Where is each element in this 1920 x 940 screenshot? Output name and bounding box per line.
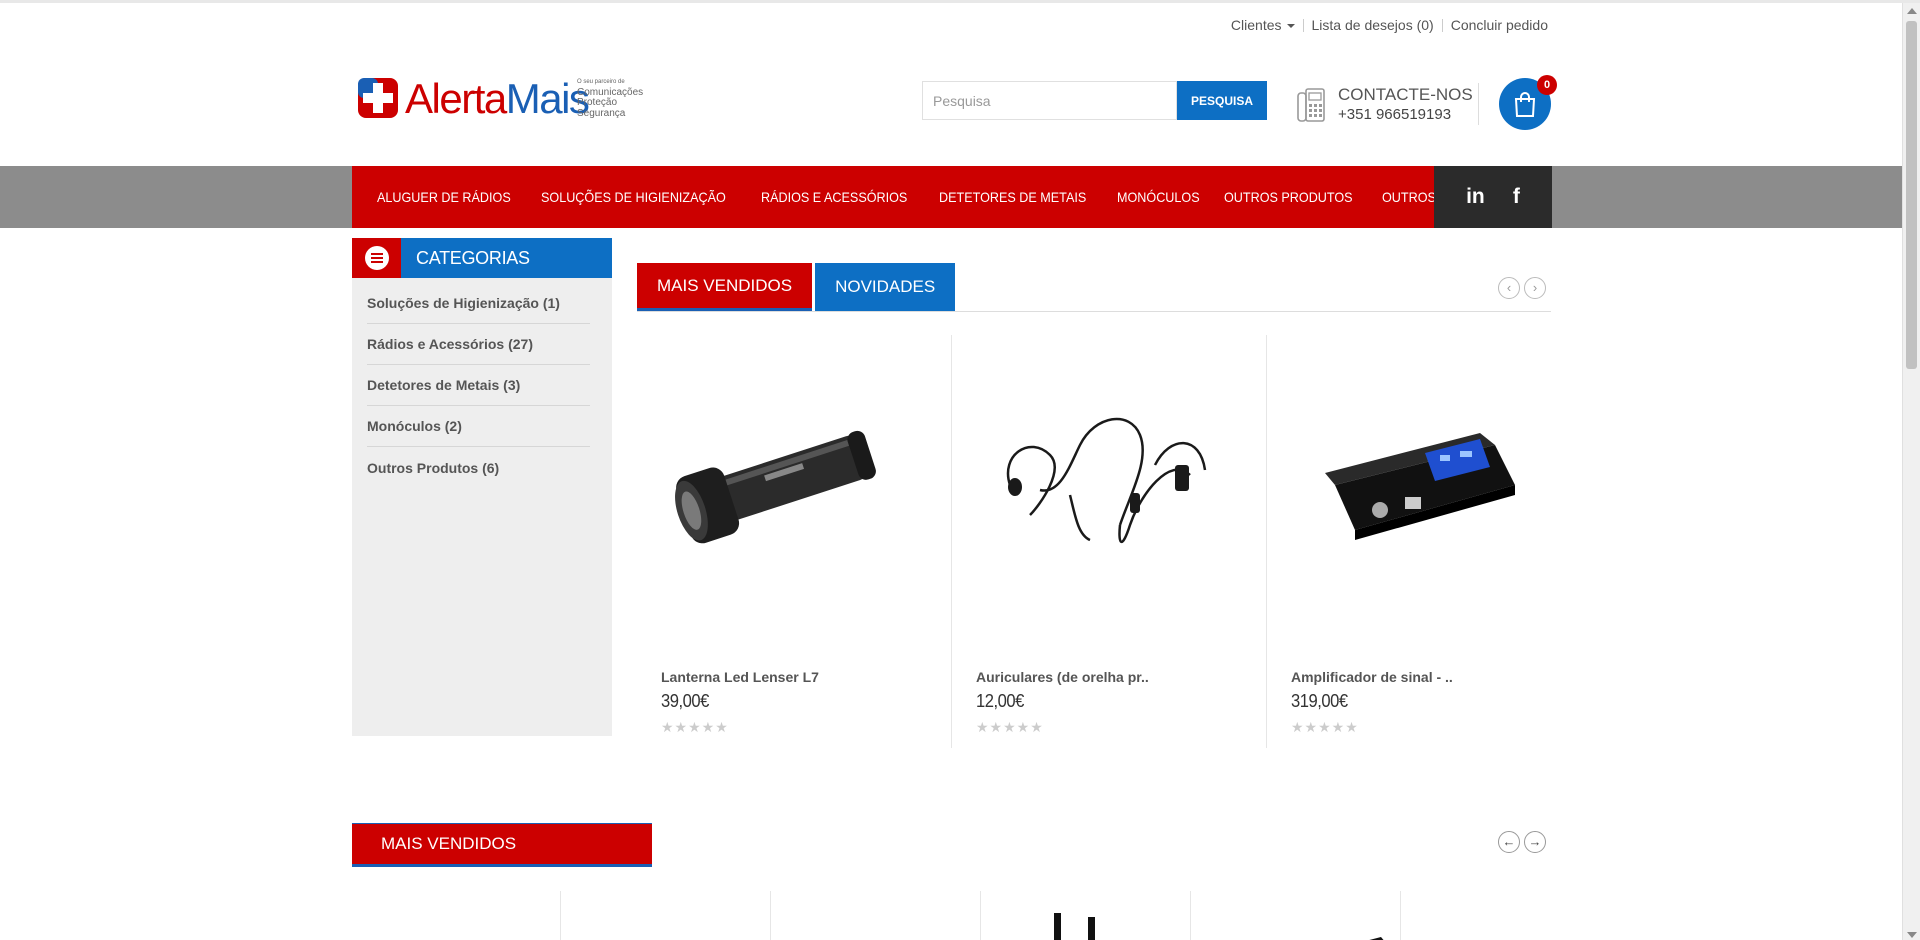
wishlist-link[interactable]: Lista de desejos (0) (1312, 17, 1434, 33)
nav-item-metal-detectors[interactable]: DETETORES DE METAIS (939, 189, 1086, 205)
chevron-left-icon[interactable]: ‹ (1498, 277, 1520, 299)
search-button[interactable]: PESQUISA (1177, 81, 1267, 120)
product-image (1054, 913, 1095, 940)
nav-item-radios-accessories[interactable]: RÁDIOS E ACESSÓRIOS (761, 189, 907, 205)
best-sellers-strip (560, 891, 1610, 940)
search-input[interactable] (922, 81, 1177, 120)
cart-button[interactable]: 0 (1499, 75, 1557, 130)
product-tabs: MAIS VENDIDOS NOVIDADES (637, 263, 1551, 312)
tagline-line: Proteção (577, 97, 618, 108)
cart-count-badge: 0 (1537, 75, 1557, 95)
divider (1478, 83, 1479, 125)
brand-name: AlertaMais (405, 75, 590, 122)
product-name[interactable]: Auriculares (de orelha pr.. (976, 669, 1149, 685)
top-links: Clientes Lista de desejos (0) Concluir p… (1231, 17, 1548, 33)
phone-icon (1297, 88, 1325, 122)
tagline-small: O seu parceiro de (577, 79, 625, 85)
brand-part2: Mais (505, 75, 590, 122)
divider (1441, 18, 1443, 32)
carousel-arrows: ‹ › (1498, 277, 1546, 299)
clients-label: Clientes (1230, 17, 1282, 33)
product-card[interactable]: Auriculares (de orelha pr.. 12,00€ ★★★★★ (952, 335, 1267, 748)
rating-stars: ★★★★★ (976, 719, 1044, 735)
category-item[interactable]: Monóculos (2) (367, 406, 590, 447)
contact-block: CONTACTE-NOS +351 966519193 (1296, 85, 1473, 125)
brand-part1: Alerta (405, 75, 507, 122)
checkout-link[interactable]: Concluir pedido (1451, 17, 1548, 33)
menu-icon[interactable] (352, 238, 401, 278)
scroll-up-icon[interactable] (1907, 8, 1917, 14)
contact-label: CONTACTE-NOS (1338, 85, 1473, 104)
category-list: Soluções de Higienização (1) Rádios e Ac… (352, 283, 612, 488)
main-nav: ALUGUER DE RÁDIOS SOLUÇÕES DE HIGIENIZAÇ… (352, 166, 1504, 228)
tagline: O seu parceiro de Comunicações Proteção … (577, 77, 643, 119)
product-carousel: Lanterna Led Lenser L7 39,00€ ★★★★★ Auri… (637, 335, 1582, 748)
shopping-bag-icon (1514, 92, 1536, 117)
scroll-down-icon[interactable] (1907, 932, 1917, 938)
divider (1302, 18, 1304, 32)
product-image[interactable] (655, 375, 915, 575)
arrow-left-icon[interactable]: ← (1498, 831, 1520, 853)
logo[interactable]: AlertaMais O seu parceiro de Comunicaçõe… (355, 73, 650, 125)
category-item[interactable]: Detetores de Metais (3) (367, 365, 590, 406)
product-image[interactable] (970, 375, 1230, 575)
product-card[interactable]: Lanterna Led Lenser L7 39,00€ ★★★★★ (637, 335, 952, 748)
category-item[interactable]: Soluções de Higienização (1) (367, 283, 590, 324)
product-card[interactable] (560, 891, 770, 940)
clients-dropdown[interactable]: Clientes (1231, 17, 1295, 33)
product-card[interactable]: Amplificador de sinal - .. 319,00€ ★★★★★ (1267, 335, 1582, 748)
nav-item-other-products[interactable]: OUTROS PRODUTOS (1224, 189, 1353, 205)
category-item[interactable]: Outros Produtos (6) (367, 447, 590, 488)
section-best-sellers-header: MAIS VENDIDOS (352, 823, 652, 867)
categories-header: CATEGORIAS (352, 238, 612, 278)
contact-phone[interactable]: +351 966519193 (1338, 105, 1473, 125)
product-card[interactable] (1190, 891, 1400, 940)
scrollbar-thumb[interactable] (1906, 21, 1917, 369)
rating-stars: ★★★★★ (661, 719, 729, 735)
nav-item-sanitization[interactable]: SOLUÇÕES DE HIGIENIZAÇÃO (541, 189, 726, 205)
caret-down-icon (1286, 24, 1295, 29)
product-image[interactable] (1285, 375, 1545, 575)
product-price: 39,00€ (661, 691, 709, 711)
rating-stars: ★★★★★ (1291, 719, 1359, 735)
tab-new[interactable]: NOVIDADES (815, 263, 956, 311)
product-card[interactable] (1400, 891, 1610, 940)
product-card[interactable] (980, 891, 1190, 940)
product-price: 12,00€ (976, 691, 1024, 711)
linkedin-icon[interactable]: in (1466, 185, 1485, 209)
categories-title: CATEGORIAS (401, 238, 612, 278)
cross-logo-icon (358, 78, 398, 118)
categories-sidebar: CATEGORIAS Soluções de Higienização (1) … (352, 238, 612, 736)
social-links: in f (1434, 166, 1552, 228)
arrow-right-icon[interactable]: → (1524, 831, 1546, 853)
product-price: 319,00€ (1291, 691, 1348, 711)
page-scrollbar[interactable] (1902, 3, 1920, 940)
category-item[interactable]: Rádios e Acessórios (27) (367, 324, 590, 365)
carousel-arrows: ← → (1498, 831, 1546, 853)
nav-item-monoculars[interactable]: MONÓCULOS (1117, 189, 1200, 205)
product-image (1369, 937, 1384, 940)
search-form: PESQUISA (922, 81, 1267, 120)
chevron-right-icon[interactable]: › (1524, 277, 1546, 299)
nav-item-radio-rental[interactable]: ALUGUER DE RÁDIOS (377, 189, 511, 205)
tagline-line: Segurança (577, 107, 626, 119)
product-card[interactable] (770, 891, 980, 940)
product-name[interactable]: Lanterna Led Lenser L7 (661, 669, 819, 685)
tab-best-sellers[interactable]: MAIS VENDIDOS (637, 263, 813, 311)
facebook-icon[interactable]: f (1513, 185, 1520, 209)
product-name[interactable]: Amplificador de sinal - .. (1291, 669, 1453, 685)
page: Clientes Lista de desejos (0) Concluir p… (0, 0, 1920, 940)
